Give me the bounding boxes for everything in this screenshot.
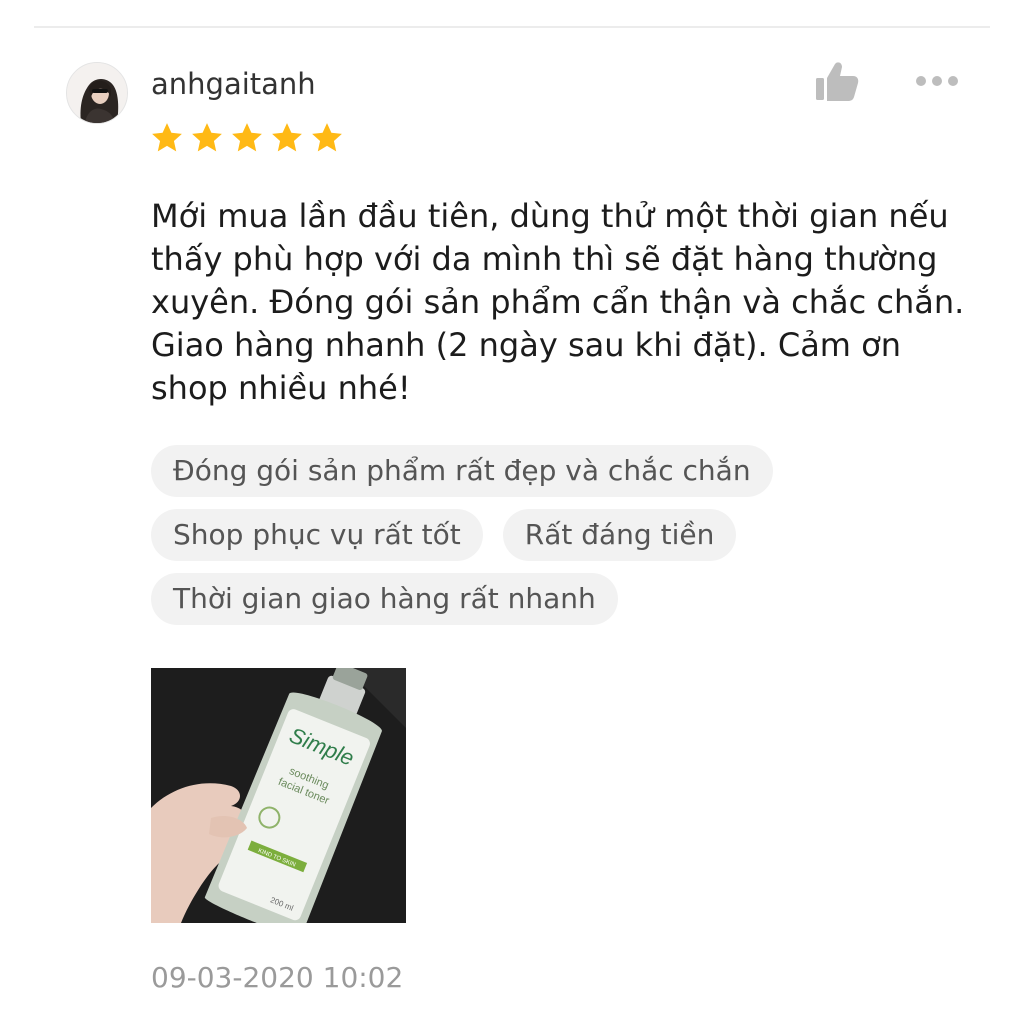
review-tag: Thời gian giao hàng rất nhanh	[151, 573, 618, 625]
review-timestamp: 09-03-2020 10:02	[151, 961, 404, 994]
review-text: Mới mua lần đầu tiên, dùng thử một thời …	[151, 197, 965, 407]
avatar-photo	[67, 63, 127, 123]
user-avatar[interactable]	[66, 62, 128, 124]
more-dots-icon	[916, 76, 958, 86]
star-icon	[152, 123, 182, 152]
thumbs-up-icon	[816, 62, 859, 101]
review-tag: Shop phục vụ rất tốt	[151, 509, 483, 561]
review-tag: Đóng gói sản phẩm rất đẹp và chắc chắn	[151, 445, 773, 497]
more-options-button[interactable]	[911, 66, 963, 96]
like-button[interactable]	[813, 60, 859, 102]
top-divider	[34, 26, 990, 28]
review-tag: Rất đáng tiền	[502, 509, 737, 561]
review-tags: Đóng gói sản phẩm rất đẹp và chắc chắn S…	[151, 445, 971, 637]
star-icon	[192, 123, 222, 152]
star-icon	[272, 123, 302, 152]
star-rating	[150, 120, 344, 162]
reviewer-username: anhgaitanh	[151, 67, 316, 101]
product-photo: Simple soothing facial toner KIND TO SKI…	[151, 668, 406, 923]
star-icon	[232, 123, 262, 152]
review-photo[interactable]: Simple soothing facial toner KIND TO SKI…	[151, 668, 406, 923]
star-icon	[312, 123, 342, 152]
